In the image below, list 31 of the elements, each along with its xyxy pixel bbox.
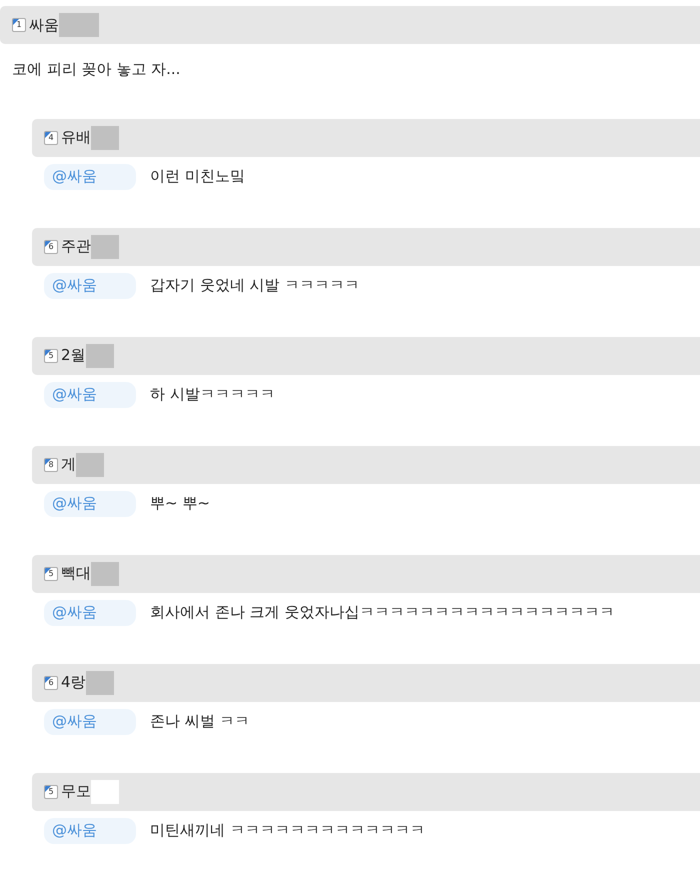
reply-text: 회사에서 존나 크게 웃었자나십ㅋㅋㅋㅋㅋㅋㅋㅋㅋㅋㅋㅋㅋㅋㅋㅋㅋ bbox=[150, 602, 614, 624]
level-badge: 8 bbox=[44, 458, 58, 472]
level-badge: 4 bbox=[44, 130, 58, 144]
author-name[interactable]: 주관 bbox=[61, 235, 91, 258]
level-badge: 5 bbox=[44, 784, 58, 798]
author-name[interactable]: 게 bbox=[61, 453, 76, 476]
author-name[interactable]: 빽대 bbox=[61, 562, 91, 585]
comment-text: 코에 피리 꽂아 놓고 자... bbox=[11, 59, 182, 80]
reply-text: 갑자기 웃었네 시발 ㅋㅋㅋㅋㅋ bbox=[150, 275, 360, 296]
level-badge: 6 bbox=[44, 240, 58, 254]
reply-text: 이런 미친노밐 bbox=[150, 166, 245, 188]
reply-text: 하 시발ㅋㅋㅋㅋㅋ bbox=[150, 384, 275, 406]
author-name[interactable]: 싸움 bbox=[29, 14, 59, 36]
corner-icon bbox=[13, 19, 19, 25]
author-name[interactable]: 4랑 bbox=[61, 671, 86, 694]
corner-icon bbox=[45, 240, 51, 246]
author-name[interactable]: 2월 bbox=[61, 344, 86, 367]
reply-text: 미틴새끼네 ㅋㅋㅋㅋㅋㅋㅋㅋㅋㅋㅋㅋㅋ bbox=[150, 820, 425, 842]
corner-icon bbox=[45, 676, 51, 682]
level-badge: 5 bbox=[44, 348, 58, 362]
reply-text: 뿌~ 뿌~ bbox=[150, 493, 210, 514]
author-name[interactable]: 무모 bbox=[61, 780, 91, 803]
corner-icon bbox=[45, 458, 51, 464]
level-badge: 1 bbox=[12, 18, 26, 32]
level-badge: 6 bbox=[44, 676, 58, 690]
corner-icon bbox=[45, 568, 51, 574]
author-name[interactable]: 유배 bbox=[61, 126, 91, 149]
corner-icon bbox=[45, 786, 51, 792]
corner-icon bbox=[45, 350, 51, 356]
level-badge: 5 bbox=[44, 566, 58, 580]
reply-text: 존나 씨벌 ㅋㅋ bbox=[150, 711, 250, 732]
